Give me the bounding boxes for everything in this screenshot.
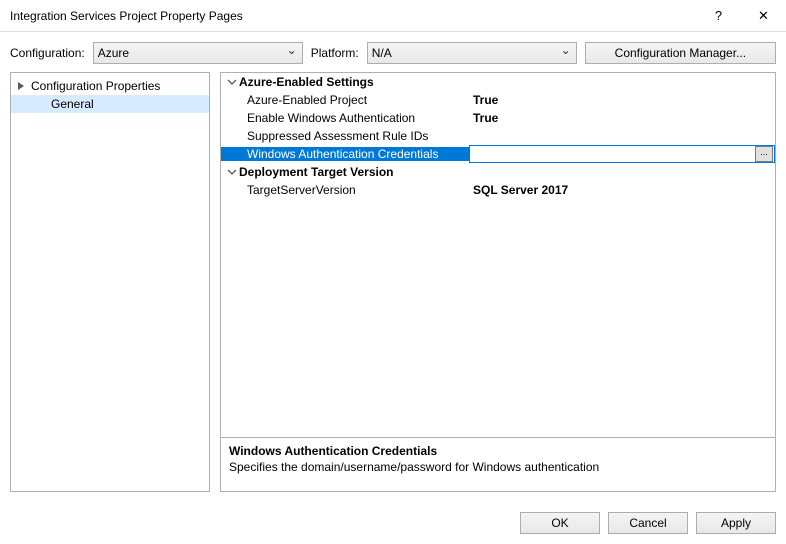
category-deployment-target[interactable]: Deployment Target Version (221, 163, 775, 181)
category-azure-settings[interactable]: Azure-Enabled Settings (221, 73, 775, 91)
platform-select[interactable]: N/A (367, 42, 577, 64)
ok-button[interactable]: OK (520, 512, 600, 534)
close-button[interactable]: ✕ (741, 1, 786, 31)
config-row: Configuration: Azure Platform: N/A Confi… (0, 32, 786, 72)
chevron-down-icon[interactable] (225, 167, 239, 177)
configuration-label: Configuration: (10, 46, 85, 60)
tree-root-item[interactable]: Configuration Properties (11, 77, 209, 95)
configuration-select[interactable]: Azure (93, 42, 303, 64)
description-panel: Windows Authentication Credentials Speci… (221, 437, 775, 491)
footer-buttons: OK Cancel Apply (520, 512, 776, 534)
ellipsis-button[interactable]: ... (755, 146, 773, 162)
category-label: Deployment Target Version (239, 165, 393, 179)
platform-label: Platform: (311, 46, 359, 60)
tree-panel: Configuration Properties General (10, 72, 210, 492)
prop-value[interactable]: True (469, 93, 775, 107)
property-grid: Azure-Enabled Settings Azure-Enabled Pro… (221, 73, 775, 433)
main-area: Configuration Properties General Azure-E… (0, 72, 786, 492)
expander-icon[interactable] (17, 81, 27, 91)
prop-value[interactable]: SQL Server 2017 (469, 183, 775, 197)
prop-windows-auth-credentials[interactable]: Windows Authentication Credentials ... (221, 145, 775, 163)
tree-root-label: Configuration Properties (31, 79, 160, 93)
cancel-button[interactable]: Cancel (608, 512, 688, 534)
property-panel: Azure-Enabled Settings Azure-Enabled Pro… (220, 72, 776, 492)
configuration-manager-button[interactable]: Configuration Manager... (585, 42, 776, 64)
prop-name: TargetServerVersion (221, 183, 469, 197)
prop-name: Azure-Enabled Project (221, 93, 469, 107)
prop-name: Suppressed Assessment Rule IDs (221, 129, 469, 143)
prop-name: Enable Windows Authentication (221, 111, 469, 125)
apply-button[interactable]: Apply (696, 512, 776, 534)
tree-child-label: General (51, 97, 94, 111)
prop-name: Windows Authentication Credentials (221, 147, 469, 161)
help-button[interactable]: ? (696, 1, 741, 31)
prop-enable-windows-auth[interactable]: Enable Windows Authentication True (221, 109, 775, 127)
description-title: Windows Authentication Credentials (229, 444, 767, 458)
prop-value[interactable]: True (469, 111, 775, 125)
prop-value[interactable]: ... (469, 145, 775, 163)
category-label: Azure-Enabled Settings (239, 75, 374, 89)
prop-azure-enabled[interactable]: Azure-Enabled Project True (221, 91, 775, 109)
prop-suppressed-rule-ids[interactable]: Suppressed Assessment Rule IDs (221, 127, 775, 145)
chevron-down-icon[interactable] (225, 77, 239, 87)
description-text: Specifies the domain/username/password f… (229, 460, 767, 474)
window-title: Integration Services Project Property Pa… (10, 9, 696, 23)
prop-target-server-version[interactable]: TargetServerVersion SQL Server 2017 (221, 181, 775, 199)
tree-child-general[interactable]: General (11, 95, 209, 113)
titlebar: Integration Services Project Property Pa… (0, 0, 786, 32)
